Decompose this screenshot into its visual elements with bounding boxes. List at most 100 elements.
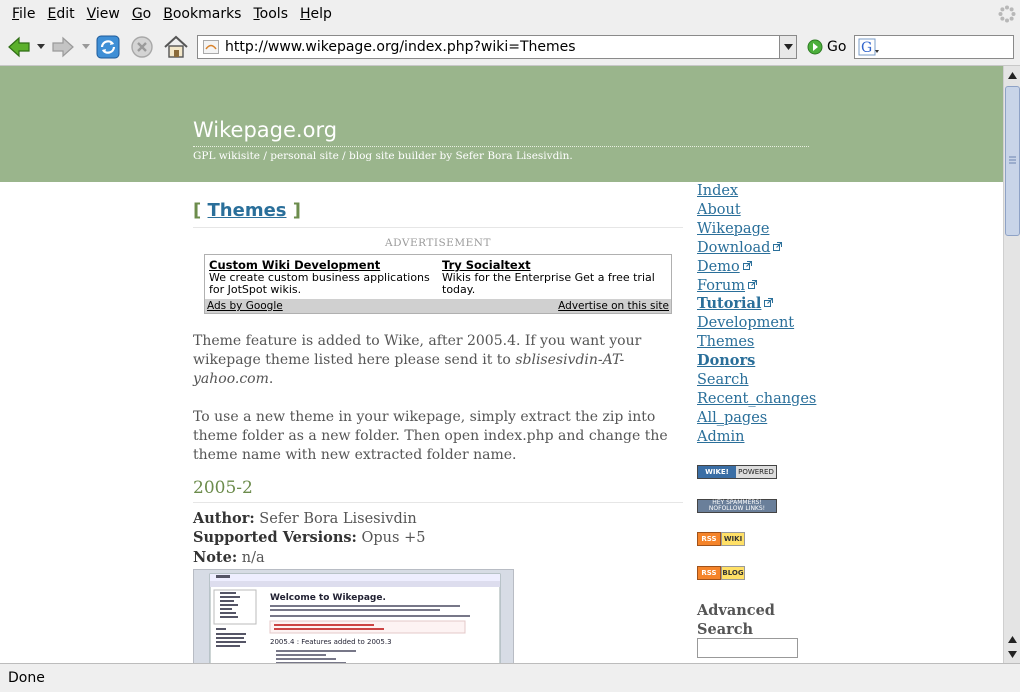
ad-text: We create custom business applications f… — [209, 270, 430, 296]
go-button[interactable]: Go — [807, 37, 846, 57]
advertisement-label: ADVERTISEMENT — [385, 237, 491, 249]
arrow-down-icon — [1008, 650, 1017, 658]
sidebar-nav: Index About Wikepage Download Demo Forum… — [697, 182, 816, 447]
scroll-up-button[interactable] — [1005, 68, 1020, 82]
site-tagline: GPL wikisite / personal site / blog site… — [193, 150, 573, 162]
grip-icon — [1009, 156, 1016, 164]
sidebar-link-wikepage[interactable]: Wikepage — [697, 220, 816, 239]
sidebar-link-about[interactable]: About — [697, 201, 816, 220]
title-divider — [193, 146, 809, 147]
reload-button[interactable] — [95, 34, 121, 60]
advanced-search-input[interactable] — [697, 638, 798, 658]
sidebar-link-label: Demo — [697, 258, 740, 275]
vertical-scrollbar[interactable] — [1003, 66, 1020, 663]
address-bar[interactable]: http://www.wikepage.org/index.php?wiki=T… — [197, 35, 780, 59]
go-icon — [807, 39, 823, 55]
sidebar-link-label: Tutorial — [697, 295, 762, 313]
ad-unit[interactable]: Custom Wiki Development We create custom… — [209, 259, 439, 297]
arrow-up-icon — [1008, 71, 1017, 79]
external-link-icon — [764, 298, 774, 308]
page-viewport: Wikepage.org GPL wikisite / personal sit… — [0, 66, 1003, 663]
page-title-link[interactable]: Themes — [208, 200, 287, 221]
wike-powered-badge[interactable]: WIKE! POWERED — [697, 465, 777, 479]
ad-footer: Ads by Google Advertise on this site — [205, 299, 671, 313]
page-title: [ Themes ] — [193, 200, 301, 221]
back-dropdown-icon[interactable] — [37, 44, 45, 50]
external-link-icon — [748, 279, 758, 289]
versions-value: Opus +5 — [356, 530, 426, 546]
sidebar-link-tutorial[interactable]: Tutorial — [697, 295, 816, 314]
scroll-thumb[interactable] — [1005, 86, 1020, 236]
address-history-dropdown[interactable] — [780, 35, 797, 59]
badge-wike-left: WIKE! — [698, 466, 736, 478]
sidebar-link-development[interactable]: Development — [697, 314, 816, 333]
menu-tools[interactable]: Tools — [253, 4, 288, 24]
rss-blog-badge[interactable]: RSS BLOG — [697, 566, 747, 580]
theme-section-heading: 2005-2 — [193, 478, 253, 498]
search-box[interactable]: G — [854, 35, 1014, 59]
svg-text:G: G — [861, 40, 872, 56]
rss-wiki-badge[interactable]: RSS WIKI — [697, 532, 747, 546]
sidebar-link-recent-changes[interactable]: Recent_changes — [697, 390, 816, 409]
sidebar-link-demo[interactable]: Demo — [697, 258, 816, 277]
sidebar-link-donors[interactable]: Donors — [697, 352, 816, 371]
versions-line: Supported Versions: Opus +5 — [193, 529, 425, 546]
versions-label: Supported Versions: — [193, 529, 357, 546]
thumb-features: 2005.4 : Features added to 2005.3 — [270, 638, 392, 646]
bracket-close: ] — [292, 200, 302, 221]
author-label: Author: — [193, 510, 255, 527]
status-text: Done — [8, 670, 45, 686]
menu-bar: File Edit View Go Bookmarks Tools Help — [0, 0, 1020, 28]
sidebar-link-download[interactable]: Download — [697, 239, 816, 258]
sidebar-link-search[interactable]: Search — [697, 371, 816, 390]
ad-text: Wikis for the Enterprise Get a free tria… — [442, 270, 655, 296]
menu-go[interactable]: Go — [132, 4, 151, 24]
google-ad-box: Custom Wiki Development We create custom… — [204, 254, 672, 314]
menu-view[interactable]: View — [87, 4, 120, 24]
scroll-up-button-lower[interactable] — [1005, 632, 1020, 646]
scroll-down-button[interactable] — [1005, 647, 1020, 661]
sidebar-link-label: Forum — [697, 277, 746, 294]
site-header: Wikepage.org GPL wikisite / personal sit… — [0, 66, 1003, 182]
intro-paragraph: Theme feature is added to Wike, after 20… — [193, 332, 683, 389]
external-link-icon — [742, 260, 752, 270]
stop-button[interactable] — [129, 34, 155, 60]
google-search-icon[interactable]: G — [858, 38, 880, 56]
theme-screenshot-image: Welcome to Wikepage. 2005.4 : Features a… — [194, 570, 513, 663]
sidebar-link-label: Download — [697, 239, 771, 256]
sidebar-link-all-pages[interactable]: All_pages — [697, 409, 816, 428]
note-label: Note: — [193, 549, 238, 566]
menu-bookmarks[interactable]: Bookmarks — [163, 4, 241, 24]
stop-icon — [131, 36, 153, 58]
sidebar-link-forum[interactable]: Forum — [697, 277, 816, 296]
nofollow-badge[interactable]: HEY SPAMMERS! NOFOLLOW LINKS! — [697, 499, 777, 513]
menu-help[interactable]: Help — [300, 4, 332, 24]
throbber-icon — [998, 5, 1016, 23]
sidebar-link-index[interactable]: Index — [697, 182, 816, 201]
menu-edit[interactable]: Edit — [47, 4, 74, 24]
theme-screenshot[interactable]: Welcome to Wikepage. 2005.4 : Features a… — [193, 569, 514, 663]
back-icon — [8, 36, 30, 58]
note-line: Note: n/a — [193, 549, 265, 566]
author-line: Author: Sefer Bora Lisesivdin — [193, 510, 417, 527]
menu-file[interactable]: File — [12, 4, 35, 24]
section-divider — [193, 502, 683, 503]
forward-button[interactable] — [50, 34, 76, 60]
home-icon — [164, 35, 188, 58]
site-title[interactable]: Wikepage.org — [193, 118, 337, 142]
forward-dropdown-icon[interactable] — [82, 44, 90, 50]
intro-end: . — [268, 371, 274, 387]
rss-wiki-label: WIKI — [721, 532, 745, 546]
ads-by-google-link[interactable]: Ads by Google — [207, 299, 283, 313]
sidebar-link-themes[interactable]: Themes — [697, 333, 816, 352]
thumb-welcome: Welcome to Wikepage. — [270, 593, 386, 603]
arrow-up-icon — [1008, 635, 1017, 643]
back-button[interactable] — [6, 34, 32, 60]
sidebar-link-admin[interactable]: Admin — [697, 428, 816, 447]
home-button[interactable] — [163, 34, 189, 60]
heading-divider — [193, 227, 683, 228]
ad-unit[interactable]: Try Socialtext Wikis for the Enterprise … — [442, 259, 672, 297]
advertise-link[interactable]: Advertise on this site — [558, 299, 669, 313]
status-bar: Done — [0, 663, 1020, 692]
reload-icon — [96, 35, 120, 59]
